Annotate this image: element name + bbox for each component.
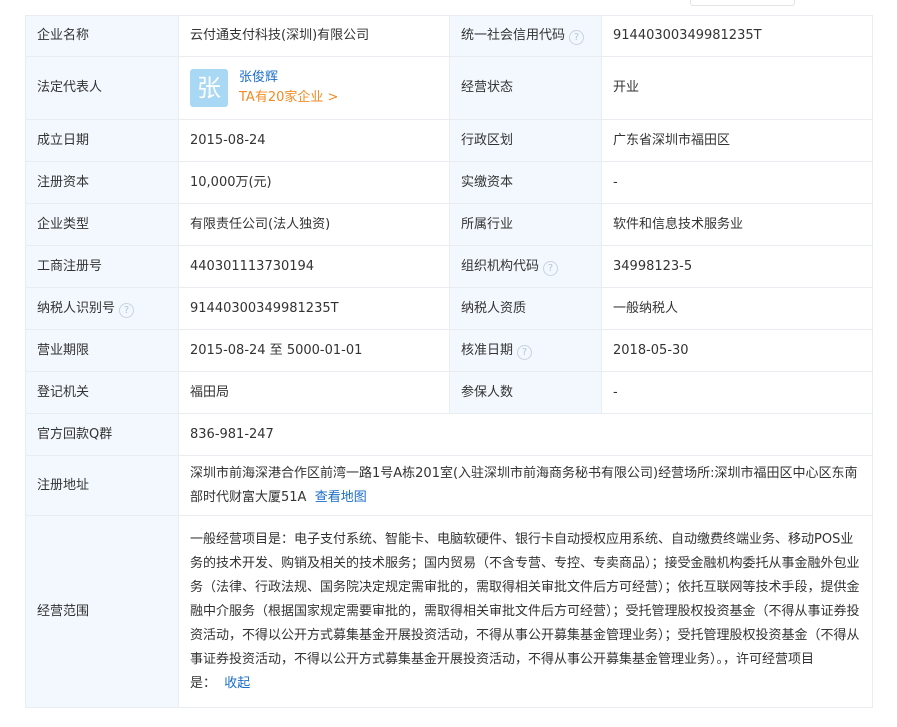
view-map-link[interactable]: 查看地图 [315, 490, 367, 505]
table-row: 纳税人识别号? 91440300349981235T 纳税人资质 一般纳税人 [25, 287, 873, 330]
help-icon[interactable]: ? [119, 302, 135, 318]
label-paid-capital: 实缴资本 [449, 161, 602, 204]
label-registered-capital: 注册资本 [25, 161, 179, 204]
help-icon[interactable]: ? [517, 344, 533, 360]
company-info-table: 企业名称 云付通支付科技(深圳)有限公司 统一社会信用代码? 914403003… [25, 15, 873, 708]
avatar[interactable]: 张 [190, 69, 228, 107]
label-business-term: 营业期限 [25, 329, 179, 372]
value-registration-authority: 福田局 [178, 371, 450, 414]
value-founded-date: 2015-08-24 [178, 119, 450, 162]
value-paid-capital: - [601, 161, 873, 204]
value-admin-region: 广东省深圳市福田区 [601, 119, 873, 162]
value-org-code: 34998123-5 [601, 245, 873, 288]
help-icon[interactable]: ? [569, 30, 585, 45]
value-business-scope: 一般经营项目是：电子支付系统、智能卡、电脑软硬件、银行卡自动授权应用系统、自动缴… [178, 515, 873, 708]
value-taxpayer-id: 91440300349981235T [178, 287, 450, 330]
value-registered-capital: 10,000万(元) [178, 161, 450, 204]
label-org-code: 组织机构代码? [449, 245, 602, 288]
table-row: 成立日期 2015-08-24 行政区划 广东省深圳市福田区 [25, 119, 873, 162]
table-row: 营业期限 2015-08-24 至 5000-01-01 核准日期? 2018-… [25, 329, 873, 372]
value-qq-group: 836-981-247 [178, 413, 873, 456]
value-credit-code: 91440300349981235T [601, 15, 873, 57]
label-registration-authority: 登记机关 [25, 371, 179, 414]
value-taxpayer-qualification: 一般纳税人 [601, 287, 873, 330]
top-control-fragment [690, 0, 795, 6]
value-approval-date: 2018-05-30 [601, 329, 873, 372]
value-legal-rep: 张 张俊辉 TA有20家企业 > [178, 56, 450, 120]
legal-rep-name-link[interactable]: 张俊辉 [239, 68, 338, 88]
value-registered-address: 深圳市前海深港合作区前湾一路1号A栋201室(入驻深圳市前海商务秘书有限公司)经… [178, 455, 873, 516]
label-taxpayer-id: 纳税人识别号? [25, 287, 179, 330]
label-industry: 所属行业 [449, 203, 602, 246]
table-row: 工商注册号 440301113730194 组织机构代码? 34998123-5 [25, 245, 873, 288]
value-company-name: 云付通支付科技(深圳)有限公司 [178, 15, 450, 57]
value-company-type: 有限责任公司(法人独资) [178, 203, 450, 246]
label-founded-date: 成立日期 [25, 119, 179, 162]
collapse-link[interactable]: 收起 [224, 676, 250, 691]
label-legal-rep: 法定代表人 [25, 56, 179, 120]
label-admin-region: 行政区划 [449, 119, 602, 162]
value-insured-count: - [601, 371, 873, 414]
table-row: 注册资本 10,000万(元) 实缴资本 - [25, 161, 873, 204]
label-company-type: 企业类型 [25, 203, 179, 246]
table-row: 经营范围 一般经营项目是：电子支付系统、智能卡、电脑软硬件、银行卡自动授权应用系… [25, 515, 873, 708]
value-industry: 软件和信息技术服务业 [601, 203, 873, 246]
label-qq-group: 官方回款Q群 [25, 413, 179, 456]
label-approval-date: 核准日期? [449, 329, 602, 372]
label-credit-code: 统一社会信用代码? [449, 15, 602, 57]
label-registration-number: 工商注册号 [25, 245, 179, 288]
table-row: 法定代表人 张 张俊辉 TA有20家企业 > 经营状态 开业 [25, 56, 873, 120]
help-icon[interactable]: ? [543, 260, 559, 276]
label-company-name: 企业名称 [25, 15, 179, 57]
value-business-status: 开业 [601, 56, 873, 120]
value-registration-number: 440301113730194 [178, 245, 450, 288]
table-row: 登记机关 福田局 参保人数 - [25, 371, 873, 414]
table-row: 注册地址 深圳市前海深港合作区前湾一路1号A栋201室(入驻深圳市前海商务秘书有… [25, 455, 873, 516]
label-taxpayer-qualification: 纳税人资质 [449, 287, 602, 330]
table-row: 企业名称 云付通支付科技(深圳)有限公司 统一社会信用代码? 914403003… [25, 15, 873, 57]
label-business-scope: 经营范围 [25, 515, 179, 708]
value-business-term: 2015-08-24 至 5000-01-01 [178, 329, 450, 372]
label-business-status: 经营状态 [449, 56, 602, 120]
label-registered-address: 注册地址 [25, 455, 179, 516]
label-insured-count: 参保人数 [449, 371, 602, 414]
table-row: 企业类型 有限责任公司(法人独资) 所属行业 软件和信息技术服务业 [25, 203, 873, 246]
table-row: 官方回款Q群 836-981-247 [25, 413, 873, 456]
legal-rep-companies-link[interactable]: TA有20家企业 > [239, 88, 338, 108]
